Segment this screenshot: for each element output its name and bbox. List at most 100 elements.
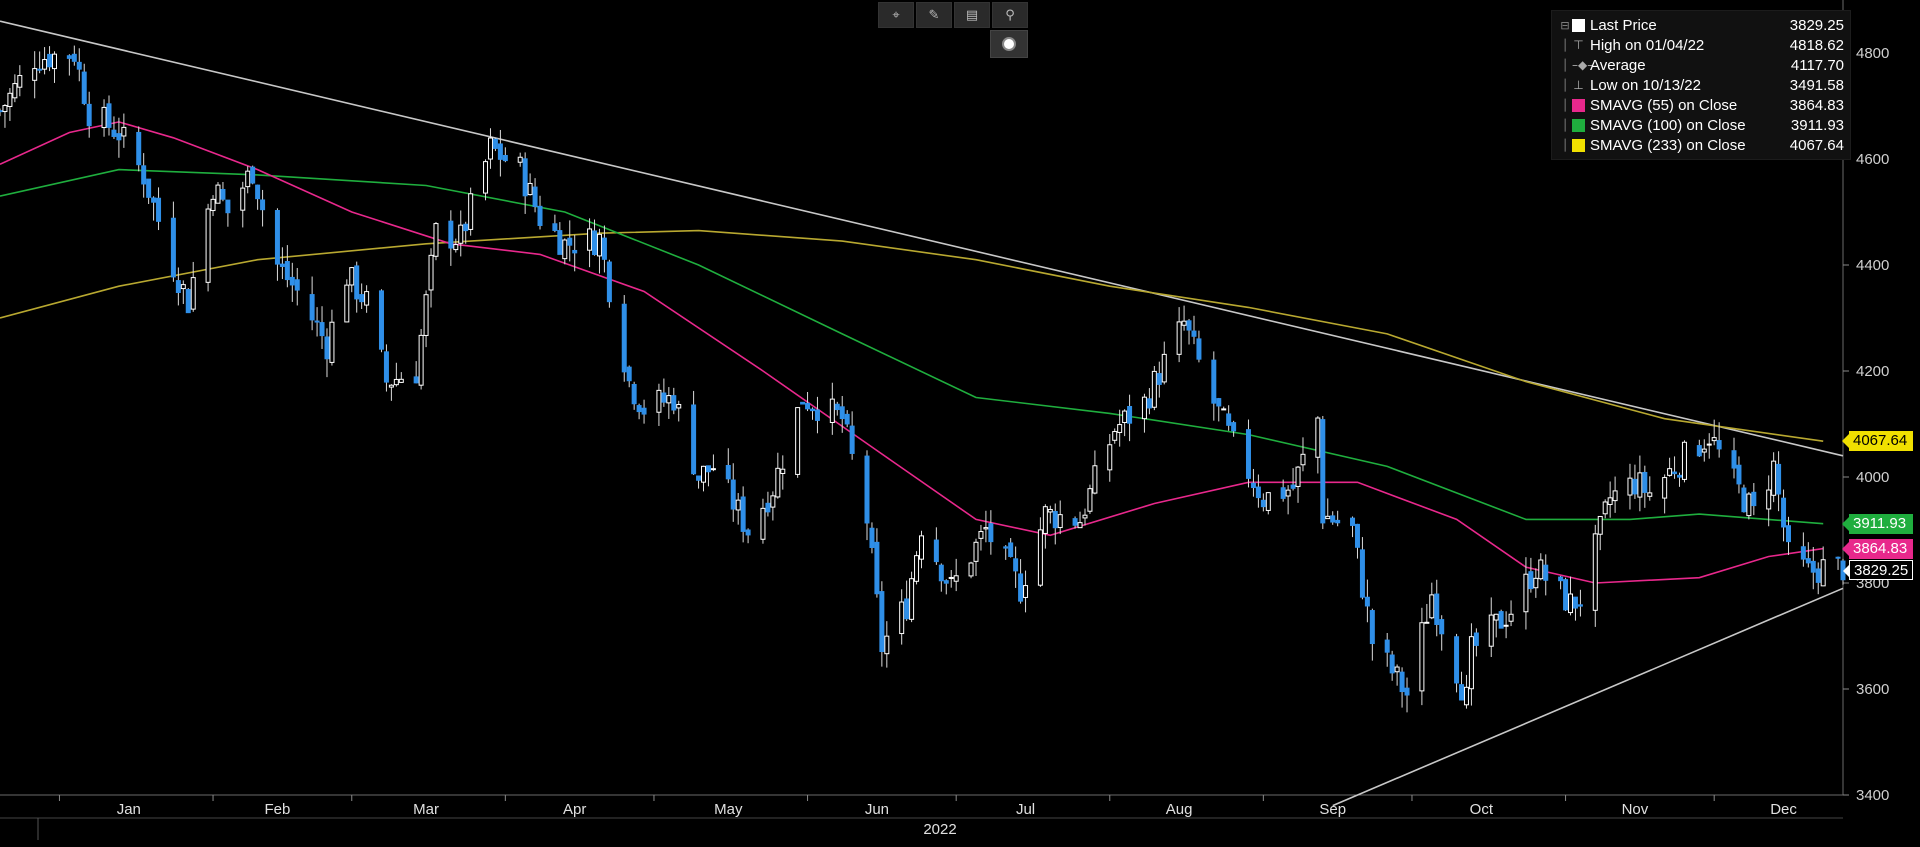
candle-up — [180, 284, 186, 290]
candle-down — [988, 523, 994, 543]
badge-pointer — [1842, 516, 1849, 531]
candle-down — [359, 294, 365, 303]
candle-down — [1231, 422, 1237, 432]
candle-down — [1369, 610, 1375, 645]
candle-up — [735, 499, 741, 511]
badge-pointer — [1842, 541, 1849, 556]
candle-up — [349, 267, 355, 286]
candle-down — [1350, 517, 1356, 526]
candle-up — [1508, 613, 1514, 622]
tree-branch-icon: │ — [1561, 78, 1569, 92]
candle-up — [666, 395, 672, 404]
candle-down — [111, 129, 117, 137]
candle-up — [1468, 636, 1474, 690]
candle-up — [1647, 492, 1653, 497]
candle-down — [170, 217, 176, 278]
candle-up — [1221, 408, 1227, 411]
candle-up — [770, 495, 776, 508]
y-tick-label: 3600 — [1856, 681, 1889, 698]
candle-down — [185, 289, 191, 314]
badge-pointer — [1843, 563, 1850, 578]
candle-up — [2, 105, 8, 113]
axis-value-badge: 4067.64 — [1842, 431, 1913, 452]
candle-down — [1810, 560, 1816, 573]
candle-up — [829, 398, 835, 423]
candle-up — [1394, 666, 1400, 673]
trendline — [1332, 587, 1844, 807]
candle-down — [66, 55, 72, 59]
candle-down — [636, 405, 642, 413]
candle-up — [1463, 686, 1469, 706]
candle-up — [953, 575, 959, 582]
candle-up — [1023, 585, 1029, 598]
candle-down — [1543, 564, 1549, 581]
candle-down — [1632, 478, 1638, 495]
candle-up — [1037, 529, 1043, 586]
y-tick-label: 4000 — [1856, 469, 1889, 486]
legend-row[interactable]: │ SMAVG (233) on Close 4067.64 — [1558, 135, 1844, 155]
chart-toolbar: ⌖ ✎ ▤ ⚲ — [878, 2, 1028, 28]
candle-down — [592, 230, 598, 256]
y-tick-label: 4200 — [1856, 363, 1889, 380]
legend-row[interactable]: │ SMAVG (55) on Close 3864.83 — [1558, 95, 1844, 115]
candle-up — [1627, 477, 1633, 496]
candle-down — [1498, 611, 1504, 629]
legend-row[interactable]: │ ⊤ High on 01/04/22 4818.62 — [1558, 35, 1844, 55]
candle-down — [641, 407, 647, 415]
candle-up — [983, 527, 989, 530]
candle-down — [175, 280, 181, 293]
candle-up — [393, 378, 399, 386]
candle-down — [1280, 487, 1286, 499]
candle-down — [136, 131, 142, 166]
legend-row[interactable]: │ ⊥ Low on 10/13/22 3491.58 — [1558, 75, 1844, 95]
axis-value-badge: 3911.93 — [1842, 513, 1913, 534]
candle-up — [973, 541, 979, 562]
candle-down — [37, 68, 43, 71]
candle-down — [1781, 497, 1787, 528]
candle-down — [805, 402, 811, 410]
crosshair-icon[interactable]: ⌖ — [878, 2, 914, 28]
candle-down — [606, 261, 612, 303]
x-tick-label: Nov — [1622, 801, 1649, 818]
candle-up — [1602, 501, 1608, 515]
candle-down — [47, 53, 53, 68]
candle-up — [12, 83, 18, 99]
candle-down — [1473, 632, 1479, 646]
candle-up — [1122, 410, 1128, 424]
candle-down — [572, 249, 578, 254]
candle-up — [1662, 477, 1668, 499]
x-tick-label: Oct — [1470, 801, 1494, 818]
candle-down — [497, 143, 503, 160]
candle-up — [1612, 490, 1618, 502]
zoom-icon[interactable]: ⚲ — [992, 2, 1028, 28]
candle-up — [1766, 489, 1772, 510]
x-tick-label: Mar — [413, 801, 439, 818]
y-tick-label: 4400 — [1856, 257, 1889, 274]
legend-row[interactable]: │ –◆– Average 4117.70 — [1558, 55, 1844, 75]
legend-swatch — [1572, 118, 1585, 132]
candle-up — [1161, 353, 1167, 383]
candle-down — [943, 580, 949, 584]
draw-icon[interactable]: ✎ — [916, 2, 952, 28]
legend-label: Average — [1590, 56, 1646, 74]
candle-down — [1359, 549, 1365, 598]
candle-up — [1087, 488, 1093, 512]
candle-down — [1716, 440, 1722, 450]
collapse-icon[interactable]: ⊟ — [1558, 19, 1572, 32]
legend-row[interactable]: │ SMAVG (100) on Close 3911.93 — [1558, 115, 1844, 135]
candle-up — [1181, 320, 1187, 326]
candle-down — [1454, 636, 1460, 684]
candle-up — [1706, 443, 1712, 446]
record-button[interactable] — [990, 30, 1028, 58]
candle-up — [1488, 614, 1494, 647]
candle-down — [1434, 593, 1440, 625]
candle-up — [245, 170, 251, 188]
candle-down — [532, 186, 538, 208]
legend-row[interactable]: ⊟ Last Price 3829.25 — [1558, 15, 1844, 35]
candle-down — [537, 205, 543, 226]
table-icon[interactable]: ▤ — [954, 2, 990, 28]
candle-up — [760, 507, 766, 540]
candle-down — [1191, 330, 1197, 337]
candle-down — [1211, 359, 1217, 404]
x-tick-label: Aug — [1166, 801, 1193, 818]
